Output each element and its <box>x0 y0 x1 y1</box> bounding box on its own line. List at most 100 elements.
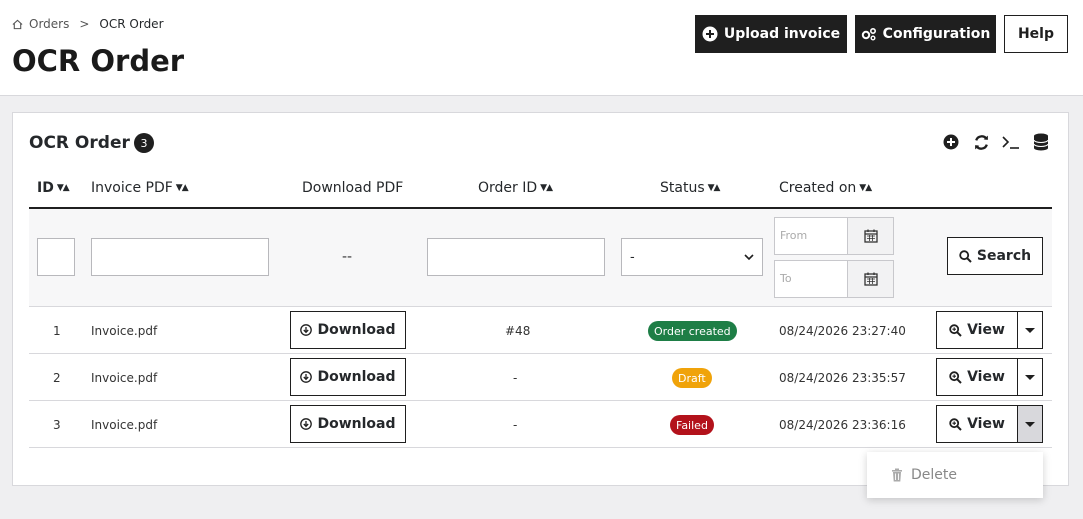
plus-circle-icon <box>702 26 718 42</box>
row-id: 2 <box>53 370 61 385</box>
column-label-download-pdf: Download PDF <box>302 180 404 196</box>
status-badge: Failed <box>670 415 714 435</box>
panel-title: OCR Order <box>29 133 130 153</box>
status-filter-value: - <box>630 249 635 265</box>
terminal-icon[interactable] <box>1002 133 1020 151</box>
configuration-label: Configuration <box>882 26 991 42</box>
download-circle-icon <box>300 324 313 336</box>
search-label: Search <box>976 248 1032 264</box>
download-filter-placeholder: -- <box>342 249 353 265</box>
column-header-download-pdf: Download PDF <box>302 180 403 196</box>
breadcrumb: Orders > OCR Order <box>12 17 164 31</box>
upload-invoice-label: Upload invoice <box>723 26 841 42</box>
upload-invoice-button[interactable]: Upload invoice <box>695 15 847 53</box>
status-badge: Draft <box>672 368 712 388</box>
configuration-button[interactable]: Configuration <box>855 15 996 53</box>
order-id-filter-input[interactable] <box>427 238 605 276</box>
view-label: View <box>967 322 1005 338</box>
row-actions-menu: Delete <box>867 452 1043 498</box>
column-label-status: Status <box>660 180 705 196</box>
view-button[interactable]: View <box>936 405 1018 443</box>
column-label-id: ID <box>37 180 54 196</box>
calendar-icon <box>863 229 878 243</box>
caret-down-icon <box>1025 421 1035 427</box>
trash-icon <box>892 468 902 482</box>
row-id: 1 <box>53 323 61 338</box>
help-button[interactable]: Help <box>1004 15 1068 53</box>
column-label-created-on: Created on <box>779 180 857 196</box>
download-circle-icon <box>300 371 313 383</box>
download-circle-icon <box>300 418 313 430</box>
download-button[interactable]: Download <box>290 405 406 443</box>
table-row: 3 Invoice.pdf Download - Failed 08/24/20… <box>29 401 1052 448</box>
calendar-icon <box>863 272 878 286</box>
breadcrumb-current: OCR Order <box>99 17 164 31</box>
row-invoice: Invoice.pdf <box>91 323 158 338</box>
page-title: OCR Order <box>12 44 185 78</box>
chevron-down-icon <box>744 253 754 260</box>
column-header-status[interactable]: Status ▼▲ <box>660 180 721 196</box>
search-icon <box>959 249 972 263</box>
view-button[interactable]: View <box>936 311 1018 349</box>
sort-icon: ▼▲ <box>540 183 553 193</box>
caret-down-icon <box>1025 327 1035 333</box>
view-label: View <box>967 416 1005 432</box>
row-order-id[interactable]: #48 <box>505 307 530 354</box>
breadcrumb-orders-link[interactable]: Orders <box>29 17 69 31</box>
column-header-id[interactable]: ID ▼▲ <box>37 180 70 196</box>
database-icon[interactable] <box>1032 133 1050 151</box>
sort-icon: ▼▲ <box>859 183 872 193</box>
breadcrumb-separator: > <box>79 17 90 31</box>
table-row: 2 Invoice.pdf Download - Draft 08/24/202… <box>29 354 1052 401</box>
column-header-invoice-pdf[interactable]: Invoice PDF ▼▲ <box>91 180 189 196</box>
zoom-in-icon <box>949 323 962 337</box>
sort-icon: ▼▲ <box>175 183 189 193</box>
count-badge: 3 <box>134 133 154 153</box>
row-actions-toggle[interactable] <box>1017 311 1043 349</box>
help-label: Help <box>1017 26 1055 42</box>
row-created: 08/24/2026 23:35:57 <box>779 370 906 385</box>
date-from-picker-button[interactable] <box>847 217 894 255</box>
zoom-in-icon <box>949 417 962 431</box>
table-row: 1 Invoice.pdf Download #48 Order created… <box>29 307 1052 354</box>
delete-menu-item[interactable]: Delete <box>911 467 957 483</box>
download-button[interactable]: Download <box>290 358 406 396</box>
gears-icon <box>861 27 876 41</box>
column-label-invoice-pdf: Invoice PDF <box>91 180 173 196</box>
sort-icon: ▼▲ <box>56 183 70 193</box>
sort-icon: ▼▲ <box>707 183 721 193</box>
ocr-order-panel: OCR Order 3 ID ▼▲ Invoice PDF ▼▲ Download … <box>12 112 1069 486</box>
view-label: View <box>967 369 1005 385</box>
date-from-input[interactable]: From <box>774 217 848 255</box>
column-label-order-id: Order ID <box>478 180 538 196</box>
download-label: Download <box>317 322 396 338</box>
row-invoice: Invoice.pdf <box>91 370 158 385</box>
refresh-icon[interactable] <box>972 133 990 151</box>
status-filter-select[interactable]: - <box>621 238 763 276</box>
id-filter-input[interactable] <box>37 238 75 276</box>
column-header-created-on[interactable]: Created on ▼▲ <box>779 180 872 196</box>
row-order-id: - <box>513 370 518 385</box>
download-button[interactable]: Download <box>290 311 406 349</box>
date-to-input[interactable]: To <box>774 260 848 298</box>
filter-row: -- - From To Search <box>29 209 1052 307</box>
status-badge: Order created <box>648 321 737 341</box>
plus-circle-icon[interactable] <box>942 133 960 151</box>
download-label: Download <box>317 416 396 432</box>
row-actions-toggle[interactable] <box>1017 358 1043 396</box>
row-order-id: - <box>513 417 518 432</box>
download-label: Download <box>317 369 396 385</box>
view-button[interactable]: View <box>936 358 1018 396</box>
column-header-order-id[interactable]: Order ID ▼▲ <box>478 180 553 196</box>
page-header: Orders > OCR Order OCR Order Upload invo… <box>0 0 1083 96</box>
row-invoice: Invoice.pdf <box>91 417 158 432</box>
search-button[interactable]: Search <box>947 237 1043 275</box>
date-to-picker-button[interactable] <box>847 260 894 298</box>
home-icon <box>12 19 23 29</box>
row-created: 08/24/2026 23:27:40 <box>779 323 906 338</box>
invoice-filter-input[interactable] <box>91 238 269 276</box>
zoom-in-icon <box>949 370 962 384</box>
row-id: 3 <box>53 417 61 432</box>
row-actions-toggle[interactable] <box>1017 405 1043 443</box>
caret-down-icon <box>1025 374 1035 380</box>
